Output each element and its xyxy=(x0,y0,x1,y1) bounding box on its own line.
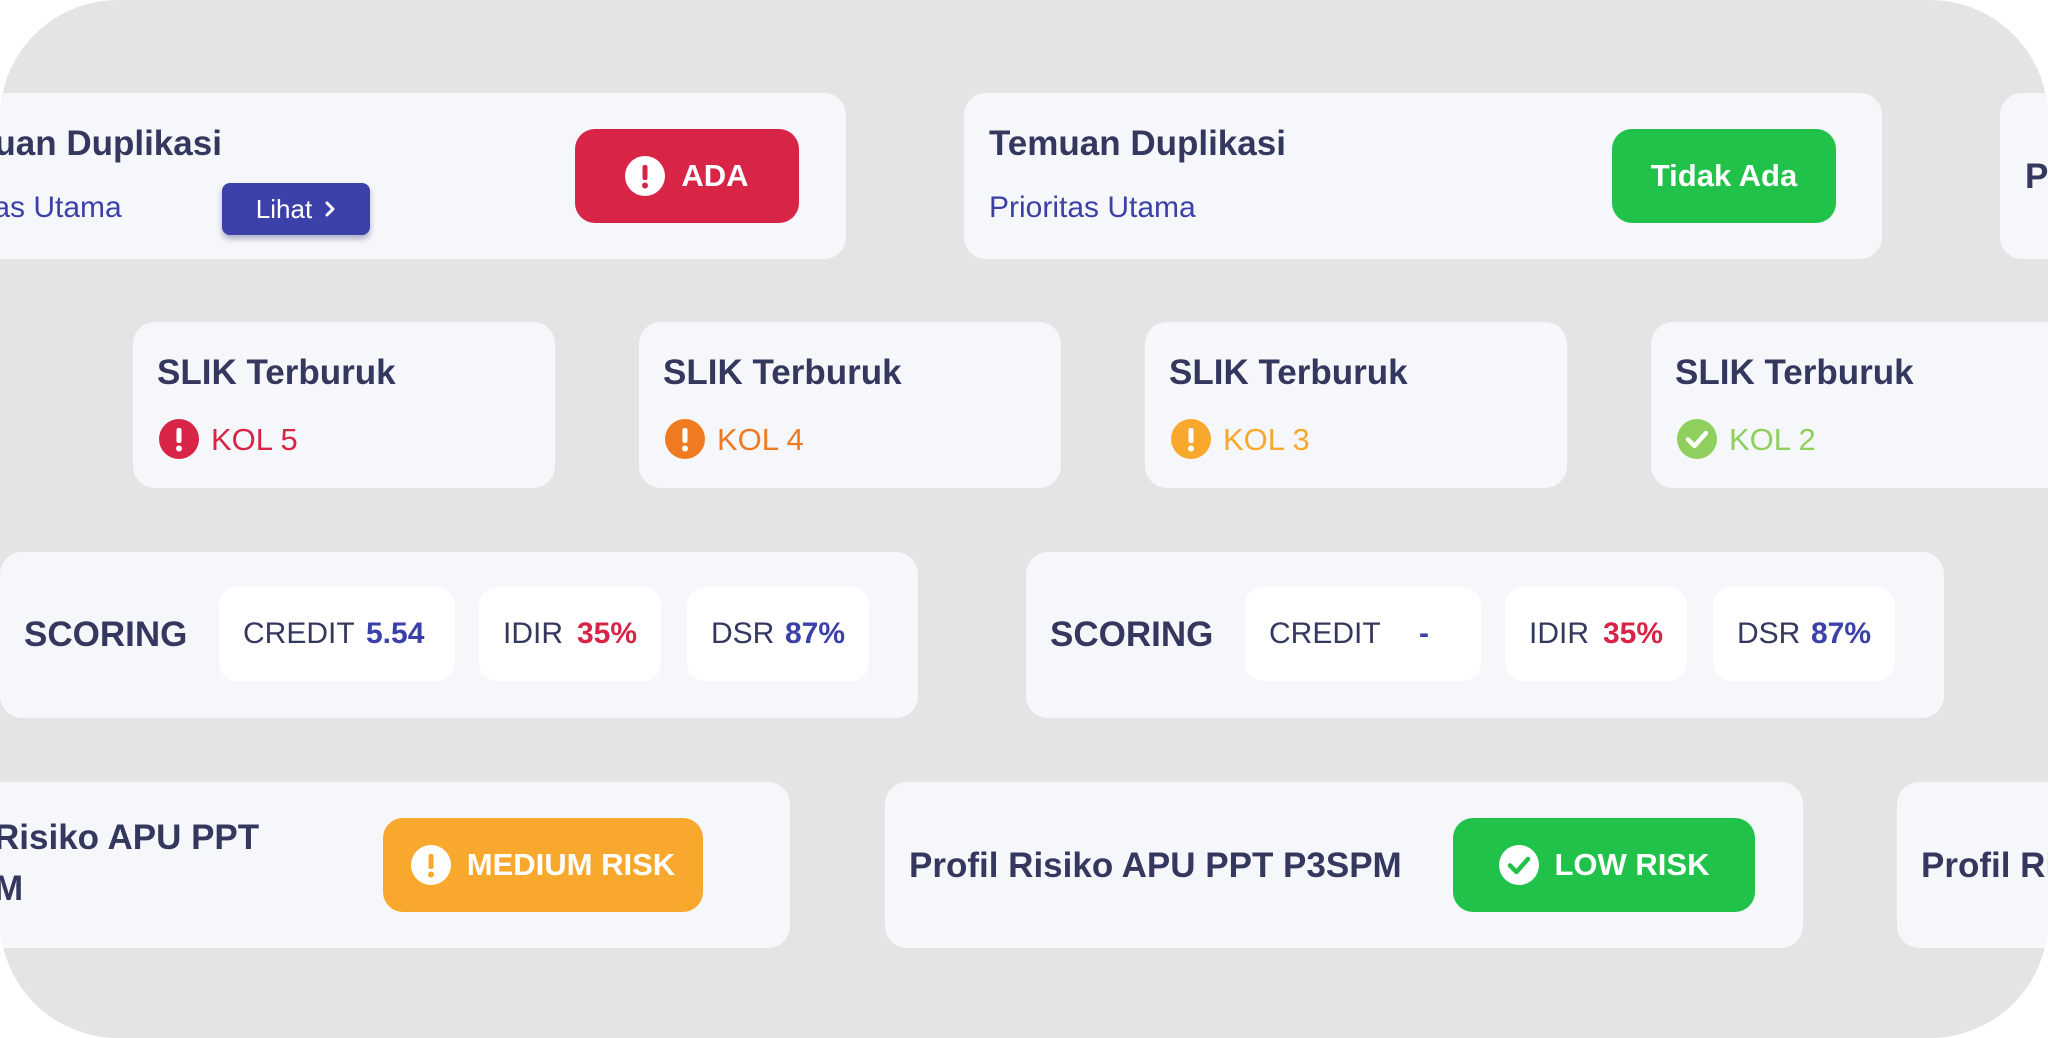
duplikasi-card-partial: P xyxy=(2000,93,2048,259)
badge-label: ADA xyxy=(681,158,749,193)
dsr-pill: DSR 87% xyxy=(687,587,869,681)
slik-card-kol5: SLIK Terburuk KOL 5 xyxy=(133,322,555,488)
duplikasi-card-ada: Temuan Duplikasi Prioritas Utama Lihat A… xyxy=(0,93,846,259)
apu-card-partial: Profil Ri xyxy=(1897,782,2048,948)
badge-label: Tidak Ada xyxy=(1650,158,1798,193)
exclamation-icon xyxy=(1171,419,1211,459)
duplikasi-subtitle: Prioritas Utama xyxy=(989,191,1196,224)
slik-title: SLIK Terburuk xyxy=(1169,353,1408,392)
duplikasi-title: Temuan Duplikasi xyxy=(989,124,1286,163)
idir-pill: IDIR 35% xyxy=(1505,587,1687,681)
credit-score-pill: CREDIT 5.54 xyxy=(219,587,455,681)
exclamation-icon xyxy=(665,419,705,459)
slik-card-kol2: SLIK Terburuk KOL 2 xyxy=(1651,322,2048,488)
dsr-value: 87% xyxy=(785,617,846,650)
slik-card-kol4: SLIK Terburuk KOL 4 xyxy=(639,322,1061,488)
dsr-label: DSR xyxy=(711,617,775,650)
apu-title: Profil Ri xyxy=(1921,846,2048,885)
exclamation-icon xyxy=(159,419,199,459)
idir-label: IDIR xyxy=(503,617,563,650)
lihat-button[interactable]: Lihat xyxy=(222,183,370,235)
duplikasi-title: Temuan Duplikasi xyxy=(0,124,222,163)
scoring-label: SCORING xyxy=(24,615,188,654)
idir-pill: IDIR 35% xyxy=(479,587,661,681)
kol-label: KOL 4 xyxy=(717,421,804,457)
status-badge-ada: ADA xyxy=(575,129,799,223)
dsr-label: DSR xyxy=(1737,617,1801,650)
slik-title: SLIK Terburuk xyxy=(1675,353,1914,392)
kol-label: KOL 3 xyxy=(1223,421,1310,457)
scoring-card: SCORING CREDIT 5.54 IDIR 35% DSR 87% xyxy=(0,552,918,718)
credit-value: 5.54 xyxy=(366,617,425,650)
credit-label: CREDIT xyxy=(1269,617,1381,650)
scoring-card: SCORING CREDIT - IDIR 35% DSR 87% xyxy=(1026,552,1944,718)
apu-card-medium: Risiko APU PPT M MEDIUM RISK xyxy=(0,782,790,948)
kol-label: KOL 5 xyxy=(211,421,298,457)
slik-title: SLIK Terburuk xyxy=(157,353,396,392)
risk-badge-low: LOW RISK xyxy=(1453,818,1755,912)
ui-canvas: Temuan Duplikasi Prioritas Utama Lihat A… xyxy=(0,0,2048,1038)
kol-label: KOL 2 xyxy=(1729,421,1816,457)
slik-status: KOL 4 xyxy=(665,419,804,459)
check-icon xyxy=(1677,419,1717,459)
duplikasi-card-tidak-ada: Temuan Duplikasi Prioritas Utama Tidak A… xyxy=(964,93,1882,259)
slik-status: KOL 5 xyxy=(159,419,298,459)
apu-title: Profil Risiko APU PPT P3SPM xyxy=(909,846,1402,885)
credit-label: CREDIT xyxy=(243,617,355,650)
status-badge-tidak-ada: Tidak Ada xyxy=(1612,129,1836,223)
dsr-pill: DSR 87% xyxy=(1713,587,1895,681)
risk-badge-medium: MEDIUM RISK xyxy=(383,818,703,912)
dsr-value: 87% xyxy=(1811,617,1872,650)
chevron-right-icon xyxy=(325,201,335,217)
exclamation-icon xyxy=(625,156,666,196)
scoring-label: SCORING xyxy=(1050,615,1214,654)
apu-card-low: Profil Risiko APU PPT P3SPM LOW RISK xyxy=(885,782,1803,948)
apu-title-line2: M xyxy=(0,869,24,908)
apu-title-line1: Risiko APU PPT xyxy=(0,818,260,857)
credit-score-pill: CREDIT - xyxy=(1245,587,1481,681)
badge-label: MEDIUM RISK xyxy=(466,847,676,882)
exclamation-icon xyxy=(410,845,451,885)
idir-label: IDIR xyxy=(1529,617,1589,650)
slik-status: KOL 3 xyxy=(1171,419,1310,459)
slik-status: KOL 2 xyxy=(1677,419,1816,459)
badge-label: LOW RISK xyxy=(1554,847,1710,882)
slik-title: SLIK Terburuk xyxy=(663,353,902,392)
idir-value: 35% xyxy=(577,617,638,650)
check-icon xyxy=(1498,845,1539,885)
duplikasi-title: P xyxy=(2025,157,2048,196)
lihat-label: Lihat xyxy=(255,193,313,224)
idir-value: 35% xyxy=(1603,617,1664,650)
duplikasi-subtitle: Prioritas Utama xyxy=(0,191,122,224)
slik-card-kol3: SLIK Terburuk KOL 3 xyxy=(1145,322,1567,488)
credit-value: - xyxy=(1419,617,1429,650)
